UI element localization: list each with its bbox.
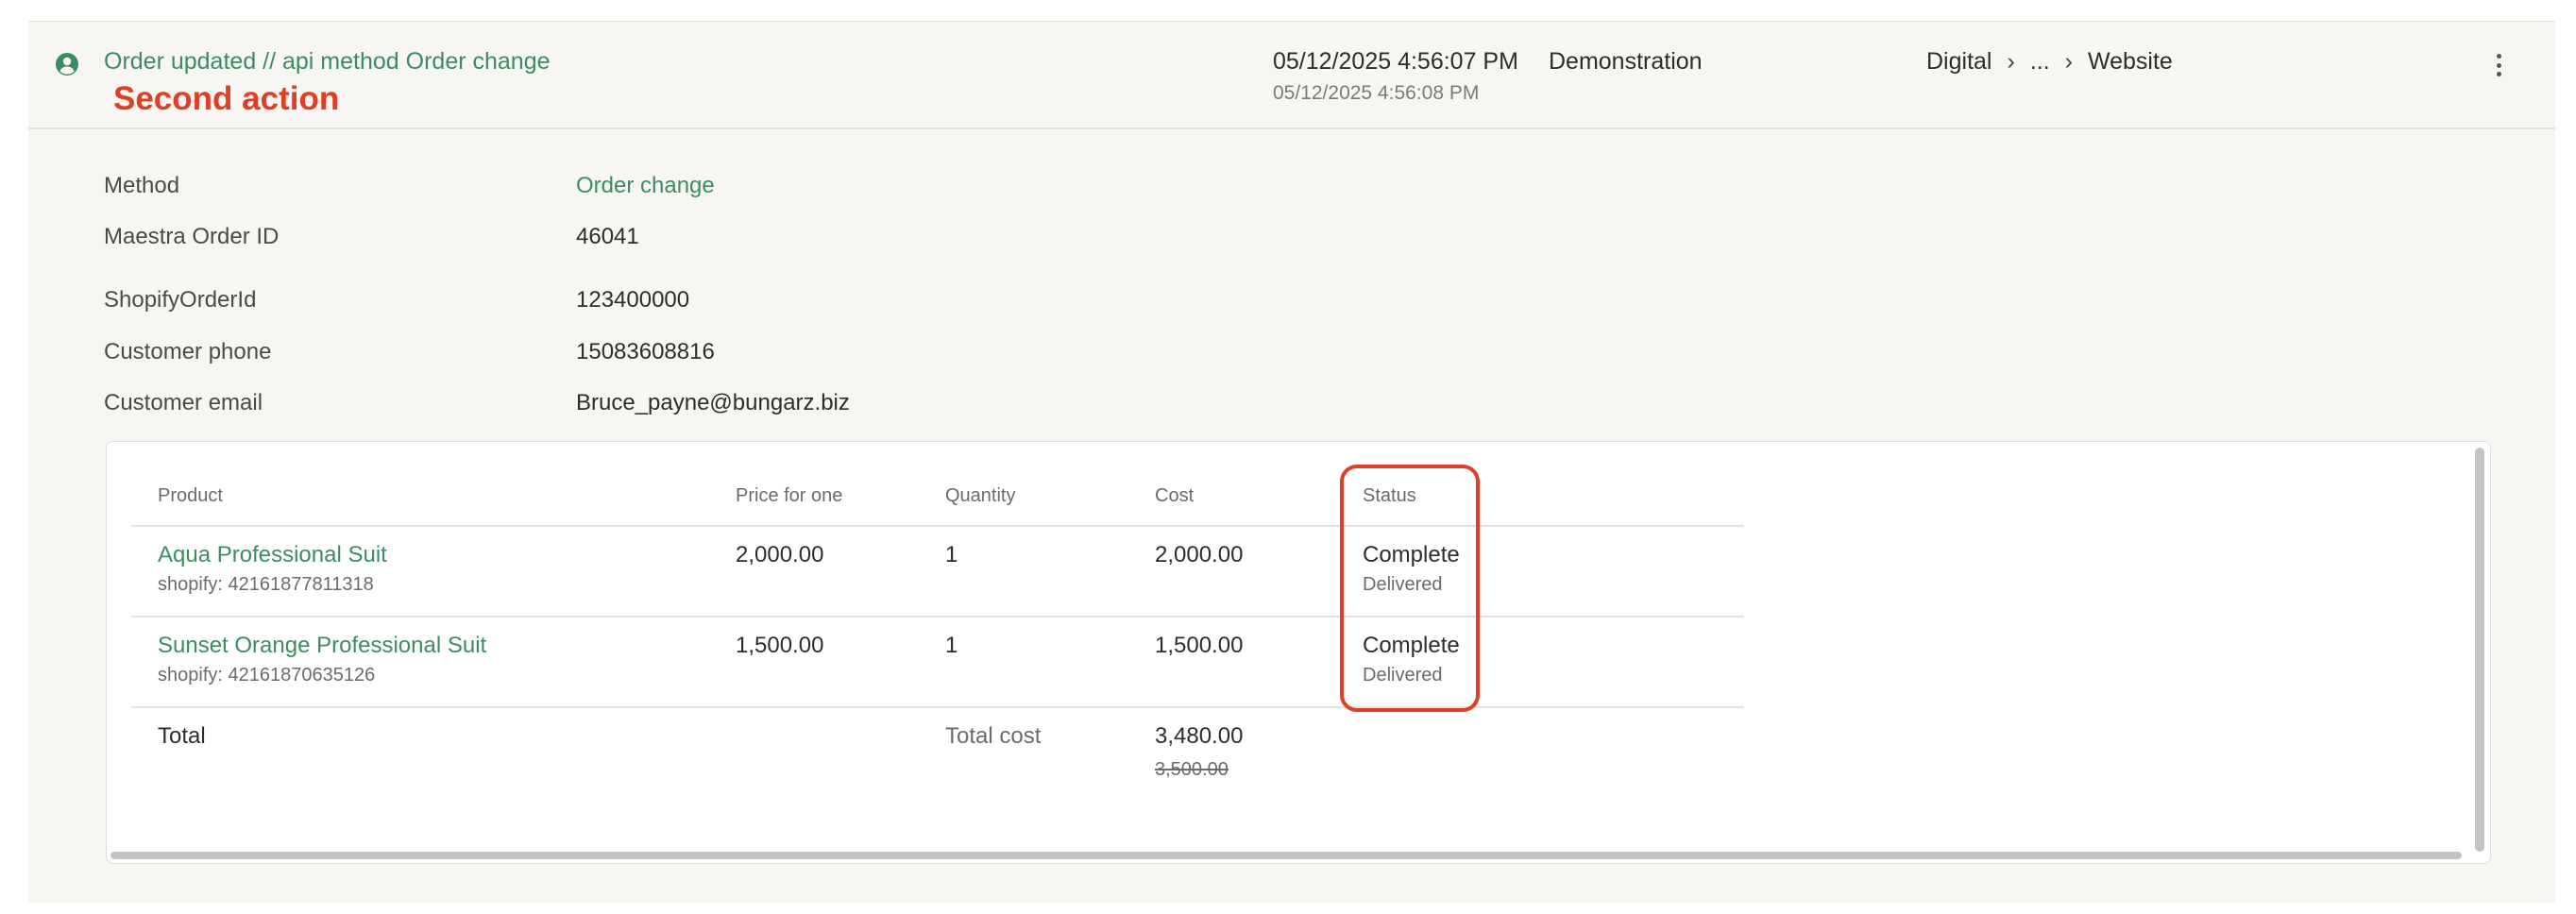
- divider: [131, 525, 1744, 527]
- event-header[interactable]: Order updated // api method Order change…: [28, 22, 2555, 129]
- total-label: Total: [158, 723, 206, 749]
- event-date-secondary: 05/12/2025 4:56:08 PM: [1273, 82, 1480, 104]
- event-date: 05/12/2025 4:56:07 PM: [1273, 48, 1518, 75]
- method-label: Method: [104, 173, 180, 198]
- quantity-cell: 1: [945, 542, 958, 567]
- customer-email-label: Customer email: [104, 390, 263, 415]
- product-sku: shopify: 42161870635126: [158, 665, 376, 686]
- order-items-table: Product Price for one Quantity Cost Stat…: [106, 441, 2491, 864]
- column-header-price: Price for one: [736, 485, 843, 506]
- maestra-order-id-value: 46041: [576, 224, 639, 249]
- total-cost-value: 3,480.00: [1155, 723, 1244, 749]
- method-value[interactable]: Order change: [576, 173, 715, 199]
- shopify-order-id-label: ShopifyOrderId: [104, 287, 257, 313]
- environment-label: Demonstration: [1549, 48, 1703, 75]
- total-cost-label: Total cost: [945, 723, 1042, 749]
- chevron-right-icon: ›: [2007, 48, 2015, 75]
- price-cell: 2,000.00: [736, 542, 824, 567]
- quantity-cell: 1: [945, 633, 958, 658]
- user-circle-icon: [56, 53, 78, 76]
- breadcrumb-item[interactable]: Digital: [1926, 48, 1991, 76]
- product-link[interactable]: Aqua Professional Suit: [158, 542, 387, 568]
- column-header-quantity: Quantity: [945, 485, 1016, 506]
- breadcrumb: Digital › ... › Website: [1926, 48, 2173, 76]
- product-sku: shopify: 42161877811318: [158, 574, 374, 595]
- horizontal-scrollbar[interactable]: [110, 852, 2462, 859]
- status-highlight-box: [1340, 465, 1480, 712]
- customer-phone-value: 15083608816: [576, 339, 715, 364]
- breadcrumb-item[interactable]: Website: [2088, 48, 2173, 76]
- price-cell: 1,500.00: [736, 633, 824, 658]
- event-panel: Order updated // api method Order change…: [28, 21, 2555, 903]
- chevron-right-icon: ›: [2064, 48, 2073, 75]
- customer-phone-label: Customer phone: [104, 339, 272, 364]
- maestra-order-id-label: Maestra Order ID: [104, 224, 280, 249]
- shopify-order-id-value: 123400000: [576, 287, 690, 313]
- customer-email-value: Bruce_payne@bungarz.biz: [576, 390, 850, 415]
- annotation-label: Second action: [113, 80, 340, 117]
- product-link[interactable]: Sunset Orange Professional Suit: [158, 633, 486, 659]
- breadcrumb-ellipsis[interactable]: ...: [2030, 48, 2050, 76]
- total-cost-original: 3,500.00: [1155, 759, 1229, 780]
- vertical-scrollbar[interactable]: [2475, 448, 2484, 852]
- cost-cell: 2,000.00: [1155, 542, 1244, 567]
- cost-cell: 1,500.00: [1155, 633, 1244, 658]
- divider: [131, 706, 1744, 708]
- column-header-product: Product: [158, 485, 223, 506]
- event-title[interactable]: Order updated // api method Order change: [104, 48, 551, 76]
- divider: [131, 616, 1744, 618]
- column-header-cost: Cost: [1155, 485, 1195, 506]
- kebab-menu-icon[interactable]: [2489, 50, 2508, 80]
